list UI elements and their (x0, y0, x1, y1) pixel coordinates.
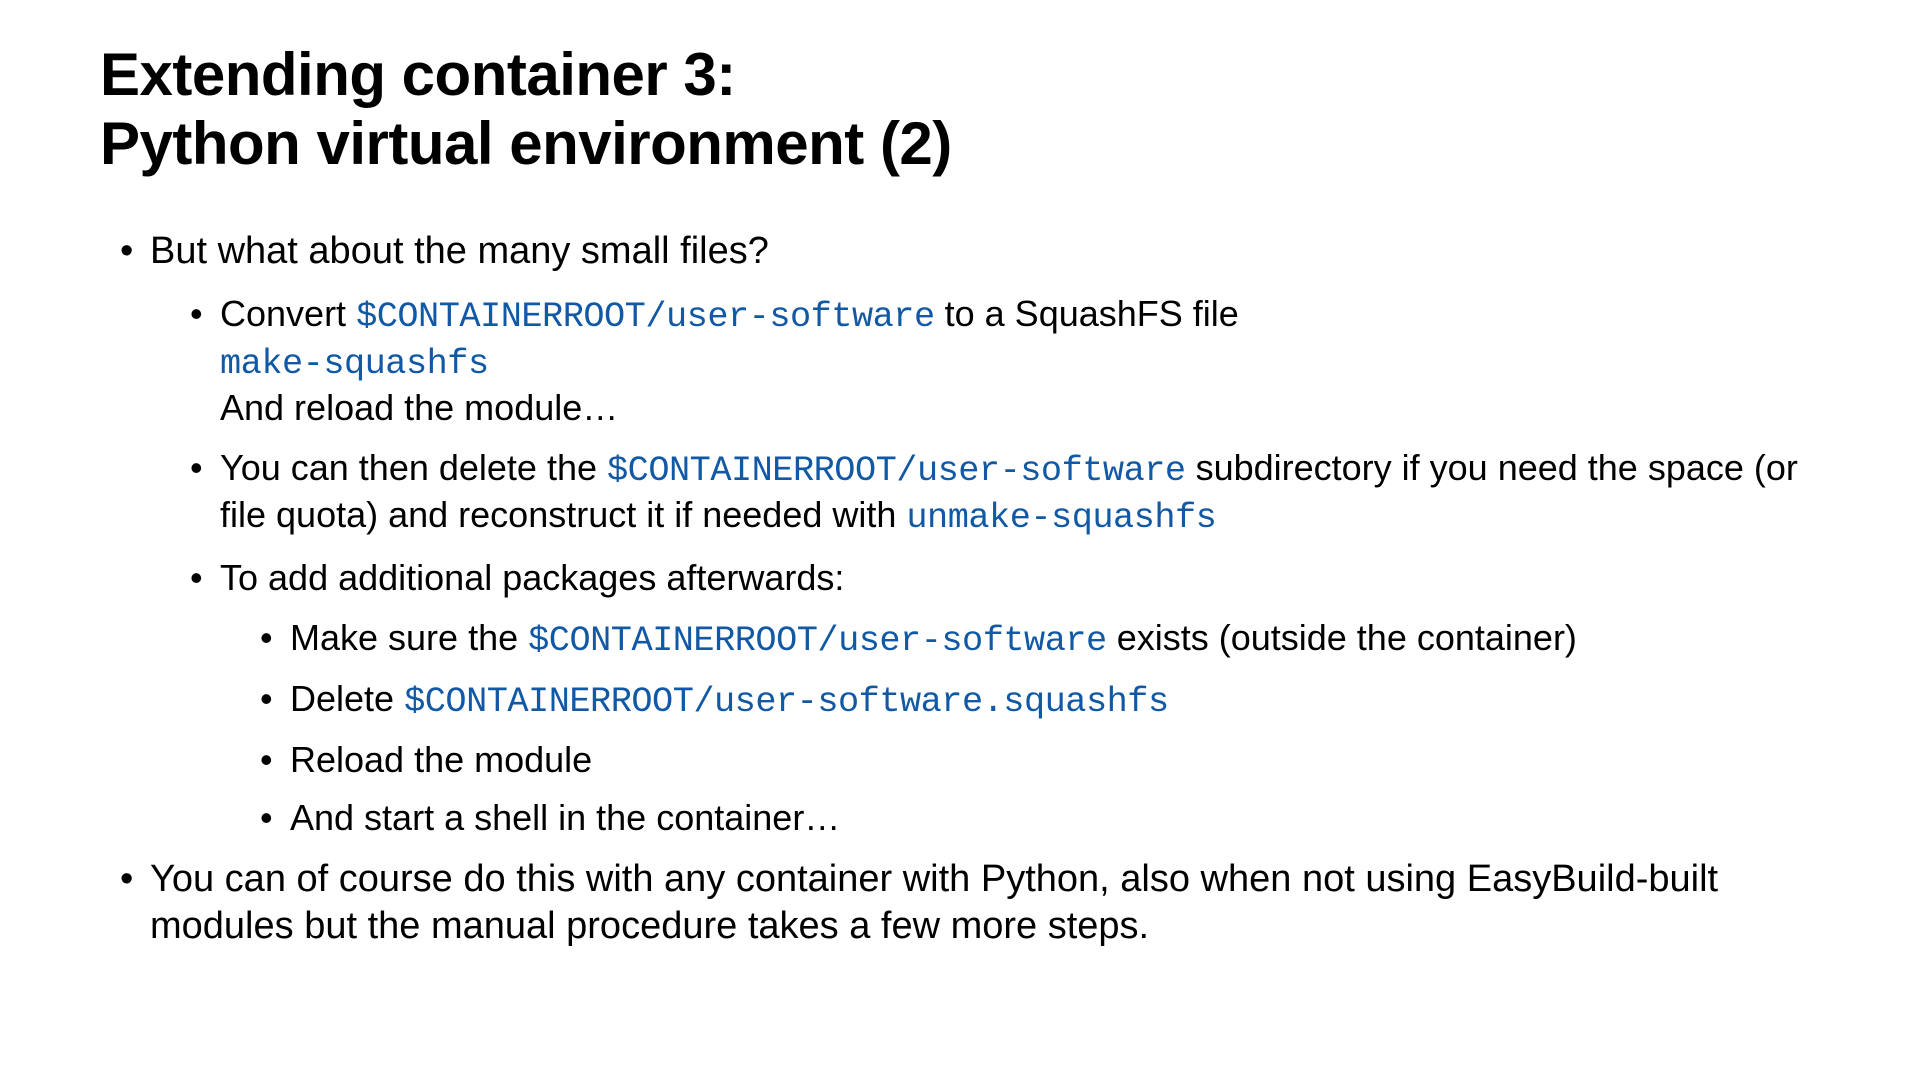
bullet-1a-text-2: to a SquashFS file (935, 293, 1239, 334)
bullet-2: You can of course do this with any conta… (150, 856, 1820, 949)
bullet-1c1-text-2: exists (outside the container) (1107, 617, 1577, 658)
code-unmake-squashfs: unmake-squashfs (906, 498, 1216, 538)
bullet-1c1: Make sure the $CONTAINERROOT/user-softwa… (290, 616, 1820, 663)
slide: Extending container 3: Python virtual en… (0, 0, 1920, 1080)
bullet-1c2-text-1: Delete (290, 678, 404, 719)
bullet-2-text: You can of course do this with any conta… (150, 858, 1718, 946)
bullet-1c4: And start a shell in the container… (290, 796, 1820, 840)
code-containerroot-user-software: $CONTAINERROOT/user-software (356, 297, 935, 337)
bullet-1c3-text: Reload the module (290, 739, 592, 780)
bullet-1a: Convert $CONTAINERROOT/user-software to … (220, 292, 1820, 430)
bullet-1a-text-1: Convert (220, 293, 356, 334)
bullet-1b: You can then delete the $CONTAINERROOT/u… (220, 446, 1820, 540)
bullet-1-text: But what about the many small files? (150, 230, 769, 272)
bullet-1: But what about the many small files? Con… (150, 228, 1820, 840)
bullet-list-level-2: Convert $CONTAINERROOT/user-software to … (150, 292, 1820, 840)
bullet-1c3: Reload the module (290, 738, 1820, 782)
bullet-1c: To add additional packages afterwards: M… (220, 556, 1820, 840)
bullet-1a-text-3: And reload the module… (220, 387, 618, 428)
bullet-list-level-3: Make sure the $CONTAINERROOT/user-softwa… (220, 616, 1820, 840)
bullet-1c2: Delete $CONTAINERROOT/user-software.squa… (290, 677, 1820, 724)
code-containerroot-user-software-3: $CONTAINERROOT/user-software (528, 621, 1107, 661)
code-make-squashfs: make-squashfs (220, 344, 489, 384)
bullet-1c-text: To add additional packages afterwards: (220, 557, 844, 598)
code-containerroot-user-software-2: $CONTAINERROOT/user-software (607, 451, 1186, 491)
title-line-2: Python virtual environment (2) (100, 110, 952, 177)
slide-title: Extending container 3: Python virtual en… (100, 40, 1820, 178)
title-line-1: Extending container 3: (100, 41, 736, 108)
bullet-1b-text-1: You can then delete the (220, 447, 607, 488)
bullet-1c1-text-1: Make sure the (290, 617, 528, 658)
bullet-list-level-1: But what about the many small files? Con… (100, 228, 1820, 949)
code-containerroot-user-software-squashfs: $CONTAINERROOT/user-software.squashfs (404, 682, 1169, 722)
bullet-1c4-text: And start a shell in the container… (290, 797, 840, 838)
